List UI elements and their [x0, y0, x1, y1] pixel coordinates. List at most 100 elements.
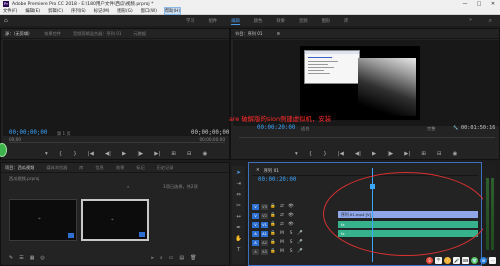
sogou-s-icon[interactable]: S: [426, 256, 433, 264]
source-time-ruler[interactable]: 00;00 00;00;00;00: [9, 137, 225, 143]
mute-icon[interactable]: M: [279, 231, 285, 236]
media-thumbnail[interactable]: ⌖: [9, 199, 77, 241]
marker-icon[interactable]: ▾: [45, 151, 48, 157]
tab-source[interactable]: 源：（无剪辑）: [5, 31, 32, 37]
solo-icon[interactable]: S: [288, 240, 294, 245]
minimize-button[interactable]: —: [458, 1, 472, 7]
wrench-icon[interactable]: 🔧: [453, 125, 458, 131]
workspace-more-icon[interactable]: »: [469, 17, 472, 23]
lock-icon[interactable]: 🔒: [270, 249, 276, 254]
source-viewer[interactable]: [3, 40, 229, 136]
extract-icon[interactable]: ⊟: [437, 151, 442, 157]
out-point-icon[interactable]: }: [73, 151, 77, 157]
ime-keyboard-icon[interactable]: ⌨: [462, 256, 469, 264]
ime-toolbox-icon[interactable]: ⊞: [480, 256, 487, 264]
search-icon[interactable]: ⌕: [489, 17, 492, 25]
insert-icon[interactable]: ⊞: [171, 151, 176, 157]
play-icon[interactable]: ▶: [372, 151, 376, 157]
menu-sequence[interactable]: 序列(S): [71, 8, 86, 14]
ime-voice-icon[interactable]: 🎤: [453, 256, 460, 264]
track-target-a3[interactable]: A3: [261, 248, 268, 255]
maximize-button[interactable]: □: [472, 1, 486, 7]
solo-icon[interactable]: S: [288, 249, 294, 254]
track-target-a1[interactable]: A1: [261, 230, 268, 237]
source-patch-v2[interactable]: V: [252, 212, 259, 219]
tab-info[interactable]: 信息: [95, 165, 103, 171]
lock-icon[interactable]: 🔒: [270, 213, 276, 218]
menu-graphics[interactable]: 图形(G): [117, 8, 132, 14]
source-patch-v1[interactable]: V: [252, 221, 259, 228]
clear-icon[interactable]: 🗑: [190, 255, 196, 261]
ime-skin-icon[interactable]: 👕: [471, 256, 478, 264]
track-target-v3[interactable]: V3: [261, 203, 268, 210]
tab-libraries[interactable]: 库: [79, 165, 83, 171]
step-forward-icon[interactable]: |▶: [387, 151, 393, 157]
razor-tool-icon[interactable]: ✂: [236, 203, 241, 214]
in-point-icon[interactable]: {: [309, 151, 313, 157]
type-tool-icon[interactable]: T: [237, 247, 240, 258]
pen-tool-icon[interactable]: ✒: [236, 225, 241, 236]
list-view-icon[interactable]: ☰: [19, 255, 23, 261]
out-point-icon[interactable]: }: [323, 151, 327, 157]
sort-icon[interactable]: ◎: [40, 255, 44, 261]
go-to-out-icon[interactable]: ▶|: [404, 151, 410, 157]
ime-punct-icon[interactable]: ·: [444, 256, 451, 264]
mute-icon[interactable]: M: [279, 240, 285, 245]
source-page-label[interactable]: 第 1 页: [57, 131, 71, 137]
track-target-a2[interactable]: A2: [261, 239, 268, 246]
mic-icon[interactable]: 🎤: [297, 240, 303, 245]
automate-icon[interactable]: ⫸: [151, 255, 154, 261]
lift-icon[interactable]: ⊞: [421, 151, 426, 157]
timeline-close-icon[interactable]: ✕: [256, 168, 260, 173]
tab-audio-clip-mixer[interactable]: 音频剪辑混合器：序列 01: [73, 31, 122, 37]
tab-sequence[interactable]: 序列 01: [264, 168, 279, 174]
menu-help[interactable]: 帮助(H): [163, 7, 182, 15]
source-patch-a2[interactable]: A: [252, 239, 259, 246]
mic-icon[interactable]: 🎤: [297, 231, 303, 236]
ime-chinese-icon[interactable]: 中: [435, 256, 442, 264]
tab-media-browser[interactable]: 媒体浏览器: [46, 165, 67, 171]
tab-project[interactable]: 项目：西瓜视频: [5, 165, 34, 171]
tab-effect-controls[interactable]: 效果控件: [44, 31, 61, 37]
lock-icon[interactable]: 🔒: [270, 222, 276, 227]
find-icon[interactable]: ⌕: [160, 255, 163, 261]
workspace-tab-libraries[interactable]: 库: [344, 18, 348, 25]
tab-effects[interactable]: 效果: [116, 165, 124, 171]
menu-clip[interactable]: 剪辑(C): [48, 8, 63, 14]
program-fit-select[interactable]: 适合: [301, 126, 309, 132]
workspace-tab-learn[interactable]: 学习: [186, 18, 195, 25]
timeline-timecode[interactable]: 00:00:20:00: [258, 177, 296, 183]
marker-icon[interactable]: ▾: [295, 151, 298, 157]
close-button[interactable]: ✕: [486, 1, 500, 7]
lock-icon[interactable]: 🔒: [270, 231, 276, 236]
new-bin-icon[interactable]: ▭: [169, 255, 174, 261]
menu-window[interactable]: 窗口(W): [141, 8, 157, 14]
play-icon[interactable]: ▶: [122, 151, 126, 157]
step-back-icon[interactable]: ◀|: [105, 151, 111, 157]
go-to-in-icon[interactable]: |◀: [338, 151, 344, 157]
sync-icon[interactable]: ⇄: [279, 222, 285, 227]
workspace-tab-audio[interactable]: 音频: [299, 18, 308, 25]
menu-edit[interactable]: 编辑(E): [25, 8, 40, 14]
workspace-tab-graphics[interactable]: 图形: [322, 18, 331, 25]
tab-history[interactable]: 历史记录: [157, 165, 174, 171]
export-frame-icon[interactable]: ◉: [453, 151, 458, 157]
tab-markers[interactable]: 标记: [136, 165, 144, 171]
eye-icon[interactable]: 👁: [288, 204, 294, 209]
program-timecode[interactable]: 00:00:20:00: [257, 125, 295, 131]
new-item-icon[interactable]: ▤: [179, 255, 184, 261]
program-quality-select[interactable]: 完整: [427, 126, 435, 132]
menu-marker[interactable]: 标记(M): [94, 8, 110, 14]
overwrite-icon[interactable]: ⊟: [187, 151, 192, 157]
step-back-icon[interactable]: ◀|: [355, 151, 361, 157]
sync-icon[interactable]: ⇄: [279, 204, 285, 209]
home-icon[interactable]: ⌂: [4, 17, 8, 24]
menu-file[interactable]: 文件(F): [3, 8, 17, 14]
go-to-out-icon[interactable]: ▶|: [154, 151, 160, 157]
go-to-in-icon[interactable]: |◀: [88, 151, 94, 157]
panel-menu-icon[interactable]: ≡: [277, 31, 281, 36]
hand-tool-icon[interactable]: ✋: [235, 236, 242, 247]
eye-icon[interactable]: 👁: [288, 222, 294, 227]
workspace-tab-effects[interactable]: 效果: [276, 18, 285, 25]
track-select-tool-icon[interactable]: ⇥: [236, 181, 241, 192]
